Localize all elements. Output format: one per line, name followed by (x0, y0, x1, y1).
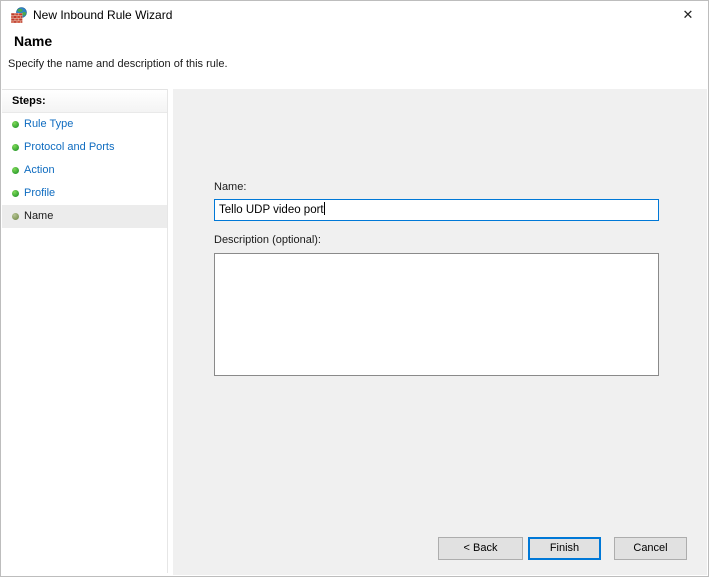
sidebar-item-profile[interactable]: Profile (2, 182, 167, 205)
page-subtitle: Specify the name and description of this… (8, 58, 228, 70)
description-input[interactable] (214, 253, 659, 376)
rule-name-value: Tello UDP video port (219, 204, 324, 216)
back-button[interactable]: < Back (438, 537, 523, 560)
step-bullet-icon (12, 167, 19, 174)
cancel-button[interactable]: Cancel (614, 537, 687, 560)
sidebar-item-label: Rule Type (24, 113, 73, 136)
title-bar: New Inbound Rule Wizard ✕ (1, 1, 708, 29)
steps-sidebar: Steps: Rule Type Protocol and Ports Acti… (2, 89, 168, 573)
firewall-icon (11, 7, 27, 23)
wizard-window: New Inbound Rule Wizard ✕ Name Specify t… (0, 0, 709, 577)
sidebar-item-protocol-and-ports[interactable]: Protocol and Ports (2, 136, 167, 159)
sidebar-item-label: Name (24, 205, 53, 228)
sidebar-item-action[interactable]: Action (2, 159, 167, 182)
close-icon[interactable]: ✕ (668, 1, 708, 29)
sidebar-item-label: Protocol and Ports (24, 136, 115, 159)
steps-heading: Steps: (2, 89, 167, 113)
step-bullet-icon (12, 121, 19, 128)
step-bullet-icon (12, 190, 19, 197)
text-caret-icon (324, 202, 325, 215)
sidebar-item-label: Profile (24, 182, 55, 205)
rule-name-input[interactable]: Tello UDP video port (214, 199, 659, 221)
sidebar-item-rule-type[interactable]: Rule Type (2, 113, 167, 136)
sidebar-item-name[interactable]: Name (2, 205, 167, 228)
description-label: Description (optional): (214, 234, 321, 246)
wizard-content-panel: Name: Tello UDP video port Description (… (173, 89, 707, 575)
finish-button[interactable]: Finish (528, 537, 601, 560)
page-title: Name (14, 33, 52, 49)
rule-name-label: Name: (214, 181, 246, 193)
window-title: New Inbound Rule Wizard (33, 1, 172, 29)
step-bullet-icon (12, 213, 19, 220)
step-bullet-icon (12, 144, 19, 151)
sidebar-item-label: Action (24, 159, 55, 182)
